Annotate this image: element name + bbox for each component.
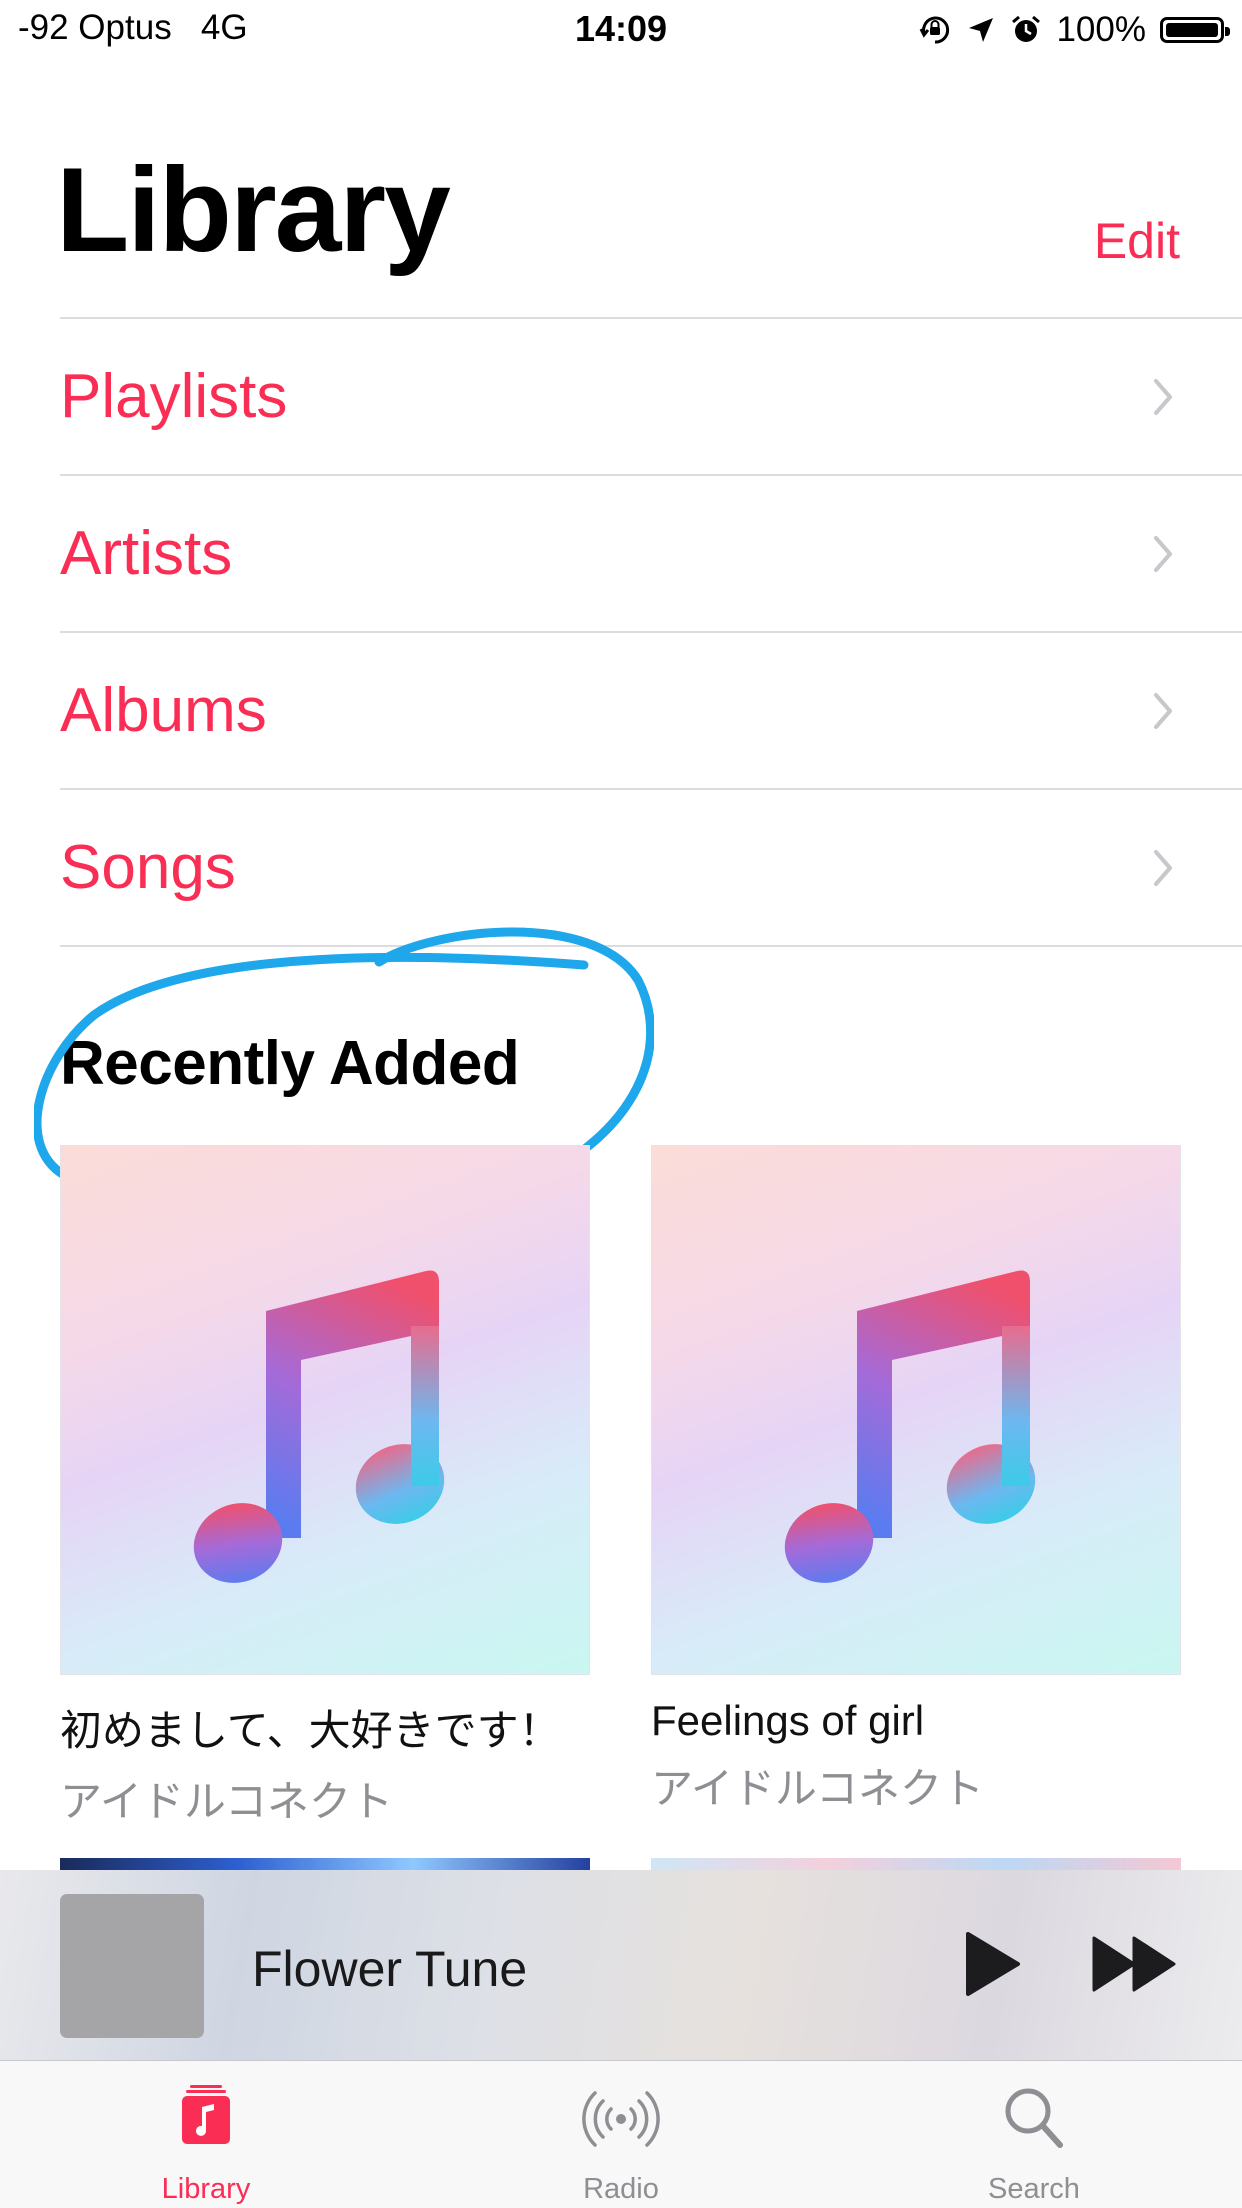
tab-library[interactable]: Library: [56, 2061, 356, 2208]
chevron-right-icon: [1154, 379, 1172, 415]
tab-label: Search: [988, 2173, 1080, 2205]
menu-item-albums[interactable]: Albums: [60, 631, 1242, 788]
recently-added-title: Recently Added: [60, 1029, 520, 1098]
tab-radio[interactable]: Radio: [471, 2061, 771, 2208]
now-playing-artwork: [60, 1894, 204, 2038]
page-title: Library: [56, 143, 451, 277]
now-playing-title: Flower Tune: [252, 1941, 528, 1997]
album-artwork: [651, 1145, 1181, 1675]
chevron-right-icon: [1154, 536, 1172, 572]
menu-item-artists[interactable]: Artists: [60, 474, 1242, 631]
music-note-icon: [193, 1270, 445, 1583]
location-arrow-icon: [969, 18, 994, 42]
album-artwork: [60, 1145, 590, 1675]
album-title: Feelings of girl: [651, 1697, 925, 1744]
chevron-right-icon: [1154, 850, 1172, 886]
menu-item-label: Albums: [60, 676, 267, 745]
status-bar: -92 Optus 4G 14:09 100%: [0, 0, 1242, 62]
menu-item-label: Playlists: [60, 362, 288, 431]
menu-item-label: Artists: [60, 519, 233, 588]
orientation-lock-icon: [920, 16, 950, 44]
mini-player[interactable]: Flower Tune: [0, 1870, 1242, 2061]
tab-label: Radio: [583, 2173, 659, 2205]
album-title: 初めまして、大好きです！: [60, 1707, 561, 1754]
tab-bar: Library Radio Search: [0, 2061, 1242, 2208]
battery-icon: [1160, 17, 1230, 43]
status-right: 100%: [918, 10, 1230, 50]
album-card-partial[interactable]: [60, 1858, 590, 1870]
tab-label: Library: [161, 2173, 251, 2205]
fast-forward-icon[interactable]: [1090, 1934, 1180, 1994]
music-note-icon: [784, 1270, 1036, 1583]
album-artist: アイドルコネクト: [651, 1765, 985, 1812]
menu-item-playlists[interactable]: Playlists: [60, 317, 1242, 474]
radio-icon: [582, 2091, 660, 2147]
album-artist: アイドルコネクト: [60, 1778, 394, 1825]
edit-button[interactable]: Edit: [1094, 212, 1180, 270]
search-icon: [1005, 2088, 1063, 2148]
tab-search[interactable]: Search: [884, 2061, 1184, 2208]
library-menu: Playlists Artists Albums Songs: [60, 317, 1242, 947]
alarm-icon: [1012, 15, 1041, 42]
album-card[interactable]: Feelings of girl アイドルコネクト: [651, 1145, 1181, 1816]
album-card[interactable]: 初めまして、大好きです！ アイドルコネクト: [60, 1145, 590, 1829]
play-icon[interactable]: [960, 1928, 1024, 2000]
battery-percent: 100%: [1056, 10, 1146, 49]
library-icon: [182, 2085, 230, 2144]
album-card-partial[interactable]: [651, 1858, 1181, 1870]
menu-item-songs[interactable]: Songs: [60, 788, 1242, 947]
menu-item-label: Songs: [60, 833, 236, 902]
chevron-right-icon: [1154, 693, 1172, 729]
